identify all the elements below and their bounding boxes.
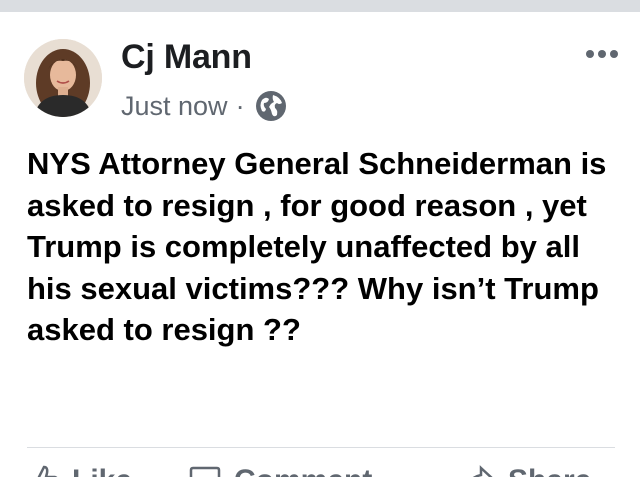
comment-label: Comment <box>234 464 372 477</box>
more-options-icon[interactable] <box>582 42 622 66</box>
like-label: Like <box>72 464 132 477</box>
post-action-bar: Like Comment Share <box>0 448 640 477</box>
meta-separator: · <box>235 90 245 121</box>
top-separator-bar <box>0 0 640 12</box>
globe-icon[interactable] <box>255 90 287 122</box>
like-thumb-icon <box>37 465 58 477</box>
post-timestamp[interactable]: Just now <box>121 91 228 122</box>
post-body-text: NYS Attorney General Schneiderman is ask… <box>27 146 607 347</box>
post-meta: Just now · <box>121 86 287 126</box>
comment-button[interactable]: Comment <box>188 464 372 477</box>
share-button[interactable]: Share <box>462 464 591 477</box>
post-author-name[interactable]: Cj Mann <box>121 38 252 77</box>
share-arrow-icon <box>472 465 493 477</box>
share-label: Share <box>508 464 591 477</box>
author-avatar[interactable] <box>24 39 102 117</box>
comment-bubble-icon <box>189 466 221 477</box>
like-button[interactable]: Like <box>26 464 132 477</box>
